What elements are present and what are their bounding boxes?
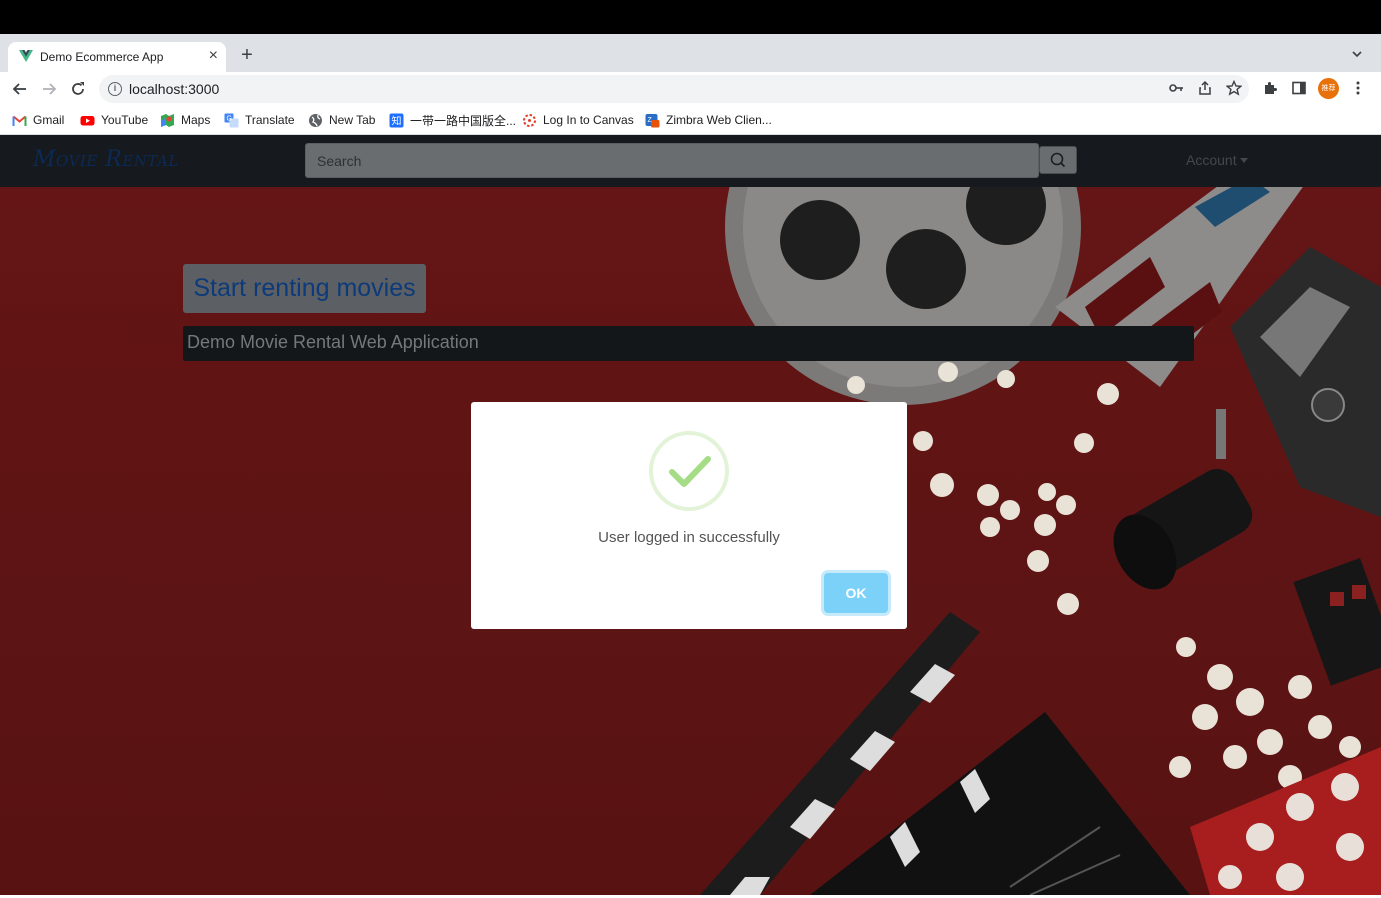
svg-text:Z: Z [648, 117, 653, 124]
bookmark-label: Gmail [33, 113, 65, 127]
film-reel-icon [725, 187, 1081, 405]
tab-title: Demo Ecommerce App [40, 50, 164, 64]
side-panel-icon[interactable] [1291, 80, 1307, 96]
bookmark-translate[interactable]: G Translate [224, 112, 295, 128]
bookmark-new-tab[interactable]: New Tab [308, 112, 375, 128]
forward-arrow-icon[interactable] [39, 79, 59, 99]
url-text: localhost:3000 [129, 81, 220, 97]
chevron-down-icon[interactable] [1349, 46, 1365, 62]
ok-button[interactable]: OK [824, 573, 888, 613]
browser-tab[interactable]: Demo Ecommerce App × [8, 42, 226, 72]
svg-text:知: 知 [392, 114, 402, 127]
reload-icon[interactable] [68, 79, 88, 99]
subtitle-bar: Demo Movie Rental Web Application [183, 326, 1194, 361]
brand-logo[interactable]: Movie Rental [33, 147, 179, 172]
search-icon [1050, 152, 1066, 168]
back-arrow-icon[interactable] [10, 79, 30, 99]
vue-favicon-icon [19, 50, 33, 62]
zimbra-icon: Z [645, 113, 660, 127]
success-dialog: User logged in successfully OK [471, 402, 907, 629]
key-icon[interactable] [1168, 80, 1184, 96]
bookmark-canvas[interactable]: Log In to Canvas [522, 112, 634, 128]
dialog-message: User logged in successfully [598, 529, 780, 546]
account-label: Account [1186, 152, 1237, 168]
ok-button-label: OK [845, 585, 867, 601]
canvas-icon [523, 113, 536, 127]
svg-text:G: G [227, 115, 232, 122]
star-icon[interactable] [1226, 80, 1242, 96]
new-tab-icon[interactable]: + [236, 44, 258, 66]
search-input[interactable] [305, 143, 1039, 178]
bookmark-label: Maps [181, 113, 211, 127]
site-info-icon[interactable]: i [108, 82, 122, 96]
bookmark-maps[interactable]: Maps [160, 112, 210, 128]
bookmark-label: YouTube [101, 113, 149, 127]
more-vert-icon[interactable] [1350, 80, 1366, 96]
bookmark-youtube[interactable]: YouTube [80, 112, 148, 128]
address-bar[interactable]: i localhost:3000 [99, 75, 1249, 103]
translate-icon: G [224, 113, 239, 127]
screen-top-bar [0, 0, 1381, 34]
bookmark-gmail[interactable]: Gmail [12, 112, 64, 128]
close-tab-icon[interactable]: × [209, 47, 218, 65]
bookmark-label: Translate [245, 113, 295, 127]
hero-subtitle: Demo Movie Rental Web Application [187, 332, 479, 352]
checkmark-icon [669, 456, 711, 487]
success-icon-circle [649, 431, 729, 511]
bookmark-label: New Tab [329, 113, 376, 127]
extensions-puzzle-icon[interactable] [1262, 80, 1278, 96]
profile-avatar[interactable]: 推荐 [1318, 78, 1339, 99]
gmail-icon [12, 115, 27, 126]
globe-icon [309, 113, 322, 127]
bookmark-zhihu[interactable]: 知 一带一路中国版全... [389, 112, 516, 128]
site-navbar: Movie Rental Account [0, 135, 1381, 187]
bookmark-label: Log In to Canvas [543, 113, 634, 127]
bookmark-label: Zimbra Web Clien... [666, 113, 772, 127]
search-button[interactable] [1039, 146, 1077, 174]
share-icon[interactable] [1197, 80, 1213, 96]
bookmark-label: 一带一路中国版全... [410, 113, 517, 128]
clapperboard-icon [700, 612, 1190, 895]
film-strip-icon [1293, 558, 1381, 686]
caret-down-icon [1239, 158, 1248, 163]
start-renting-button[interactable]: Start renting movies [183, 264, 426, 313]
zhihu-icon: 知 [389, 113, 404, 127]
youtube-icon [80, 115, 95, 125]
bookmark-zimbra[interactable]: Z Zimbra Web Clien... [645, 112, 772, 128]
maps-icon [161, 113, 174, 127]
account-dropdown[interactable]: Account [1186, 152, 1248, 168]
